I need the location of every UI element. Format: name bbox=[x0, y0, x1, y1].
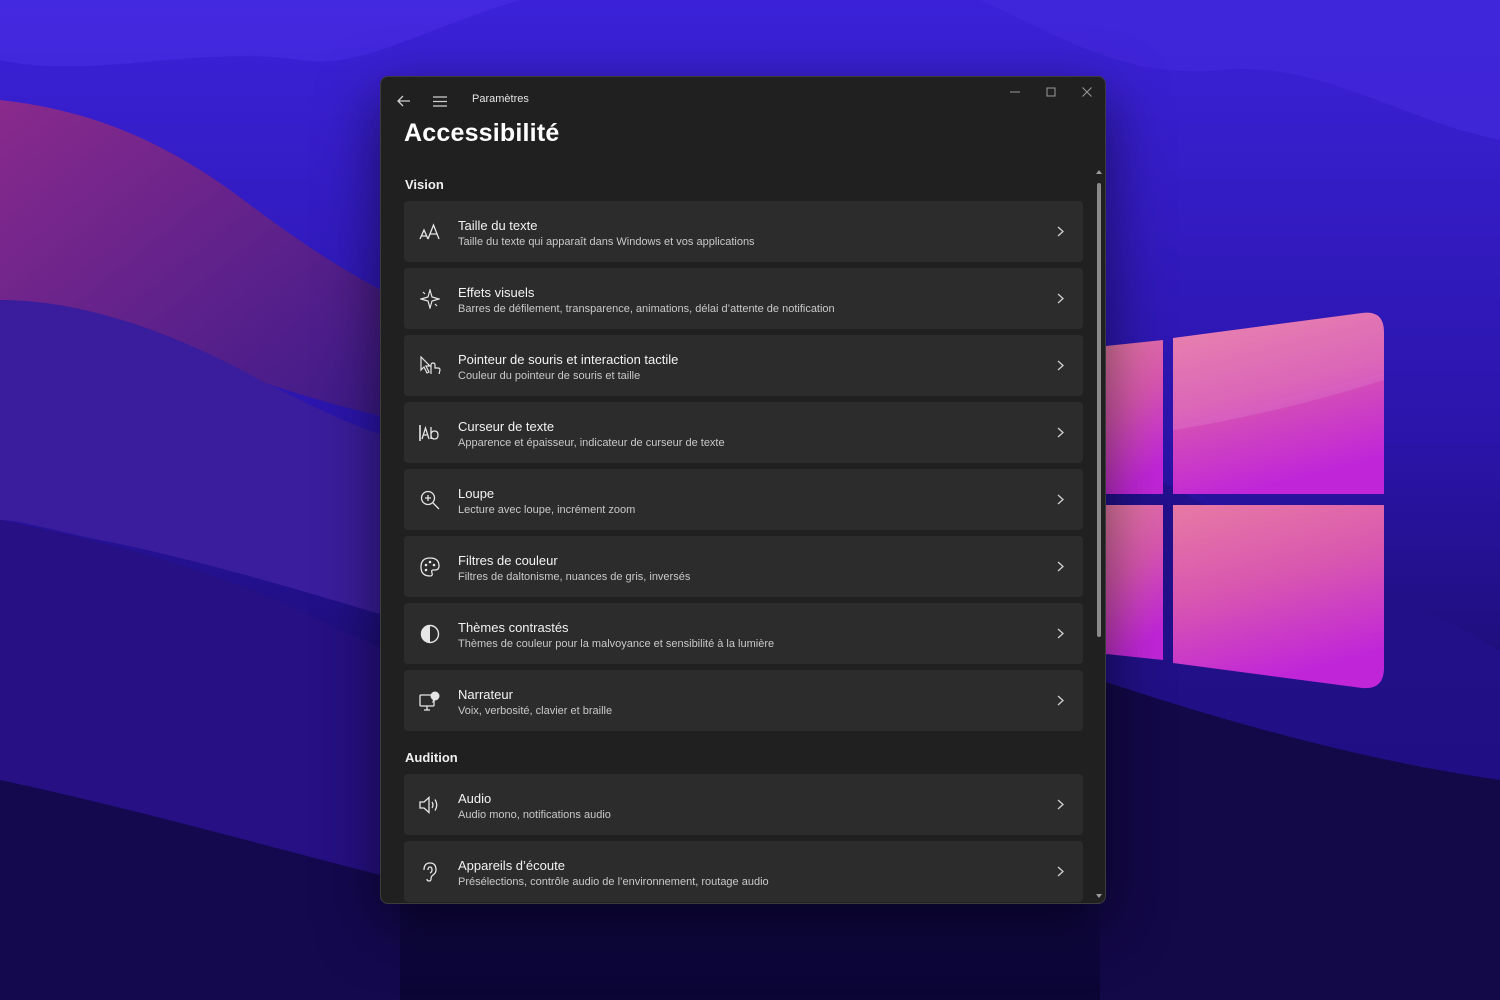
setting-card-title: Loupe bbox=[458, 486, 495, 501]
mouse-touch-icon bbox=[419, 355, 441, 377]
chevron-right-icon bbox=[1053, 797, 1067, 811]
magnifier-icon bbox=[419, 489, 441, 511]
setting-card-subtitle: Lecture avec loupe, incrément zoom bbox=[458, 504, 636, 516]
setting-card-title: Thèmes contrastés bbox=[458, 620, 569, 635]
narrator-icon bbox=[419, 690, 441, 712]
section-title-audition: Audition bbox=[405, 750, 458, 765]
chevron-right-icon bbox=[1053, 864, 1067, 878]
text-size-icon bbox=[419, 221, 441, 243]
setting-card-subtitle: Audio mono, notifications audio bbox=[458, 809, 611, 821]
setting-card-subtitle: Voix, verbosité, clavier et braille bbox=[458, 705, 613, 717]
contrast-icon bbox=[419, 623, 441, 645]
chevron-right-icon bbox=[1053, 358, 1067, 372]
setting-card-title: Pointeur de souris et interaction tactil… bbox=[458, 352, 679, 367]
setting-card-title: Taille du texte bbox=[458, 218, 538, 233]
speaker-icon bbox=[419, 794, 441, 816]
chevron-right-icon bbox=[1053, 559, 1067, 573]
setting-card-magnifier[interactable]: Loupe Lecture avec loupe, incrément zoom bbox=[404, 469, 1083, 530]
setting-card-visual-effects[interactable]: Effets visuels Barres de défilement, tra… bbox=[404, 268, 1083, 329]
setting-card-title: Narrateur bbox=[458, 687, 513, 702]
chevron-right-icon bbox=[1053, 224, 1067, 238]
chevron-right-icon bbox=[1053, 291, 1067, 305]
setting-card-narrator[interactable]: Narrateur Voix, verbosité, clavier et br… bbox=[404, 670, 1083, 731]
setting-card-title: Audio bbox=[458, 791, 492, 806]
setting-card-subtitle: Taille du texte qui apparaît dans Window… bbox=[458, 236, 755, 248]
section-title-vision: Vision bbox=[405, 177, 444, 192]
setting-card-audio[interactable]: Audio Audio mono, notifications audio bbox=[404, 774, 1083, 835]
vertical-scrollbar[interactable] bbox=[1095, 169, 1103, 901]
chevron-right-icon bbox=[1053, 425, 1067, 439]
setting-card-subtitle: Barres de défilement, transparence, anim… bbox=[458, 303, 835, 315]
setting-card-title: Appareils d’écoute bbox=[458, 858, 565, 873]
setting-card-color-filters[interactable]: Filtres de couleur Filtres de daltonisme… bbox=[404, 536, 1083, 597]
setting-card-subtitle: Couleur du pointeur de souris et taille bbox=[458, 370, 641, 382]
setting-card-subtitle: Filtres de daltonisme, nuances de gris, … bbox=[458, 571, 691, 583]
setting-card-title: Filtres de couleur bbox=[458, 553, 558, 568]
scroll-down-arrow-icon[interactable] bbox=[1096, 893, 1102, 899]
setting-card-title: Curseur de texte bbox=[458, 419, 555, 434]
chevron-right-icon bbox=[1053, 492, 1067, 506]
hearing-device-icon bbox=[419, 861, 441, 883]
chevron-right-icon bbox=[1053, 626, 1067, 640]
setting-card-contrast-themes[interactable]: Thèmes contrastés Thèmes de couleur pour… bbox=[404, 603, 1083, 664]
text-cursor-icon bbox=[419, 422, 441, 444]
setting-card-hearing-devices[interactable]: Appareils d’écoute Présélections, contrô… bbox=[404, 841, 1083, 902]
settings-content: Vision Audition Taille du texte Taille d… bbox=[381, 77, 1105, 903]
setting-card-subtitle: Thèmes de couleur pour la malvoyance et … bbox=[458, 638, 775, 650]
setting-card-mouse-pointer[interactable]: Pointeur de souris et interaction tactil… bbox=[404, 335, 1083, 396]
scroll-up-arrow-icon[interactable] bbox=[1096, 169, 1102, 175]
palette-icon bbox=[419, 556, 441, 578]
setting-card-subtitle: Présélections, contrôle audio de l’envir… bbox=[458, 876, 769, 888]
setting-card-title: Effets visuels bbox=[458, 285, 535, 300]
setting-card-subtitle: Apparence et épaisseur, indicateur de cu… bbox=[458, 437, 725, 449]
setting-card-text-size[interactable]: Taille du texte Taille du texte qui appa… bbox=[404, 201, 1083, 262]
setting-card-text-cursor[interactable]: Curseur de texte Apparence et épaisseur,… bbox=[404, 402, 1083, 463]
chevron-right-icon bbox=[1053, 693, 1067, 707]
settings-window: Paramètres Accessibilité Vision Audition bbox=[380, 76, 1106, 904]
scrollbar-thumb[interactable] bbox=[1097, 183, 1101, 637]
sparkle-icon bbox=[419, 288, 441, 310]
